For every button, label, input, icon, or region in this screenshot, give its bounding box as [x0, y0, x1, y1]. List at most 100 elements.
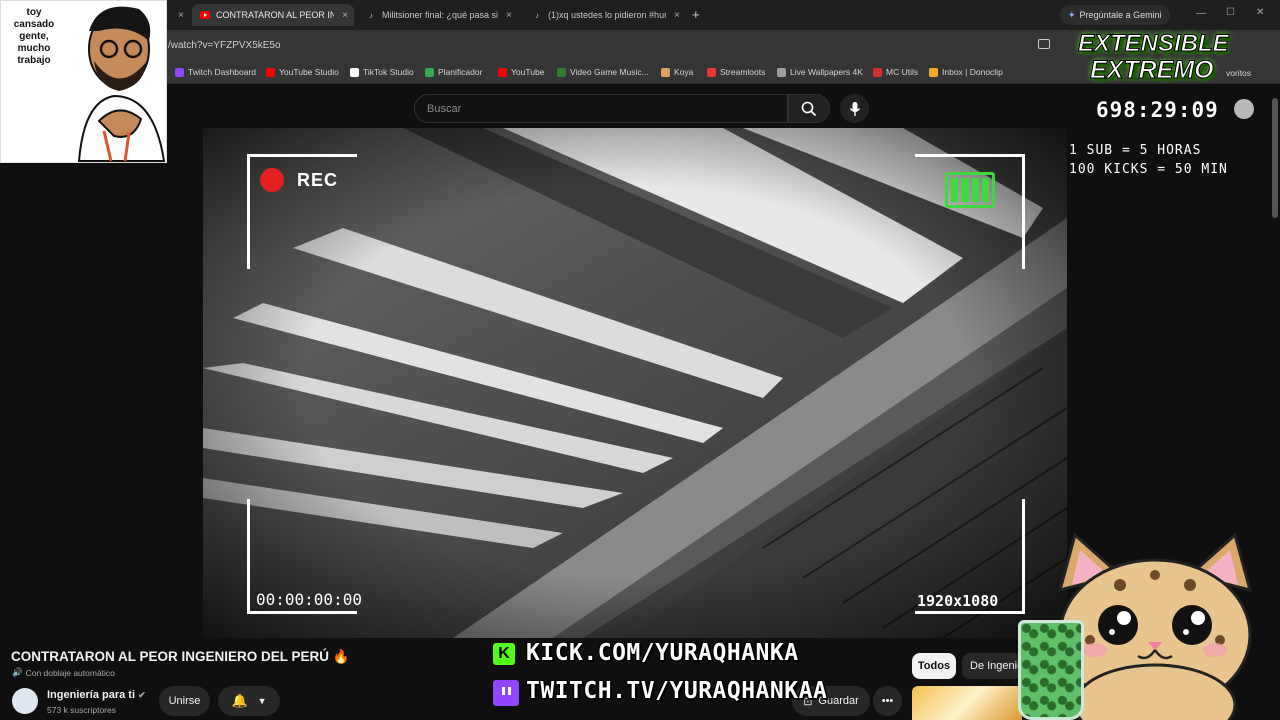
bookmark-item[interactable]: TikTok Studio [350, 67, 414, 77]
bookmark-item[interactable]: Koya [661, 67, 693, 77]
subathon-timer: 698:29:09 [1096, 98, 1219, 122]
fire-icon: 🔥 [332, 649, 350, 664]
meme-caption: toy cansado gente, mucho trabajo [13, 7, 55, 66]
tiktok-icon: ♪ [535, 10, 539, 20]
tab-label: CONTRATARON AL PEOR INGENIE [216, 10, 334, 20]
verified-icon: ✔ [138, 690, 146, 700]
bookmark-item[interactable]: MC Utils [873, 67, 918, 77]
bookmark-label: YouTube Studio [279, 67, 339, 77]
gemini-icon: ✦ [1068, 9, 1076, 20]
tab-close-icon[interactable]: × [178, 10, 184, 21]
chip-from-channel[interactable]: De Ingenier [962, 653, 1022, 679]
search-button[interactable] [788, 94, 830, 123]
video-title-text: CONTRATARON AL PEOR INGENIERO DEL PERÚ [11, 649, 330, 664]
video-resolution: 1920x1080 [917, 592, 999, 610]
dub-label: Con doblaje automático [25, 667, 115, 678]
recommended-thumbnail[interactable] [912, 686, 1022, 720]
bookmark-favicon-icon [707, 67, 716, 77]
bookmark-label: Inbox | Donoclip [942, 67, 1003, 77]
tab-tiktok-2[interactable]: ♪ (1)xq ustedes lo pidieron #hum × [524, 4, 686, 26]
cat-avatar-icon [1234, 99, 1254, 119]
bookmark-favicon-icon [266, 67, 275, 77]
page-scrollbar[interactable] [1272, 98, 1278, 218]
tab-label: Militsioner final: ¿qué pasa si u [382, 10, 500, 20]
bookmark-favicon-icon [175, 67, 184, 77]
bookmark-favicon-icon [350, 67, 359, 77]
gemini-button[interactable]: ✦ Pregúntale a Gemini [1060, 5, 1170, 25]
bookmark-label: Streamloots [720, 67, 766, 77]
bookmarks-overflow-label: voritos [1226, 68, 1252, 78]
tab-close-icon[interactable]: × [342, 10, 348, 21]
tired-man-cartoon [77, 6, 166, 162]
kick-url: KICK.COM/YURAQHANKA [526, 640, 799, 666]
bookmark-favicon-icon [873, 67, 882, 77]
kick-icon: K [493, 643, 515, 665]
bookmark-item[interactable]: Video Game Music... [557, 67, 649, 77]
tiktok-icon: ♪ [369, 10, 373, 20]
tab-label: (1)xq ustedes lo pidieron #hum [548, 10, 666, 20]
bookmark-item[interactable]: Live Wallpapers 4K [777, 67, 863, 77]
bookmark-item[interactable]: Inbox | Donoclip [929, 67, 1003, 77]
logo-line-2: EXTREMO [1090, 56, 1215, 85]
bookmark-label: YouTube [511, 67, 545, 77]
bookmark-label: Live Wallpapers 4K [790, 67, 863, 77]
more-actions-button[interactable]: ••• [873, 686, 902, 716]
youtube-icon [200, 10, 210, 20]
bookmark-favicon-icon [425, 67, 434, 77]
join-button[interactable]: Unirse [159, 686, 210, 716]
bookmark-favicon-icon [777, 67, 786, 77]
close-window-button[interactable]: ✕ [1256, 7, 1264, 18]
bookmark-label: Koya [674, 67, 694, 77]
channel-name-text[interactable]: Ingeniería para ti [47, 689, 135, 701]
video-player[interactable]: REC 00:00:00:00 1920x1080 [203, 128, 1067, 638]
subscriber-count: 573 k suscriptores [47, 705, 116, 715]
url-text[interactable]: /watch?v=YFZPVX5kE5o [168, 40, 281, 51]
tab-tiktok-1[interactable]: ♪ Militsioner final: ¿qué pasa si u × [358, 4, 518, 26]
maximize-button[interactable]: ☐ [1226, 7, 1235, 18]
drink-cup-icon [1018, 620, 1084, 720]
bookmark-item[interactable]: Twitch Dashboard [175, 67, 256, 77]
minimize-button[interactable]: — [1196, 8, 1206, 19]
tab-active-video[interactable]: CONTRATARON AL PEOR INGENIE × [192, 4, 354, 26]
bell-icon: 🔔 [231, 693, 248, 708]
channel-avatar[interactable] [12, 688, 38, 714]
bookmark-favicon-icon [929, 67, 938, 77]
cast-icon[interactable] [1038, 39, 1050, 49]
logo-line-1: EXTENSIBLE [1078, 30, 1230, 58]
new-tab-button[interactable]: + [692, 7, 700, 22]
dub-indicator: 🔊 Con doblaje automático [12, 667, 115, 678]
voice-search-button[interactable] [840, 94, 869, 123]
twitch-url: TWITCH.TV/YURAQHANKAA [526, 678, 828, 704]
bookmark-item[interactable]: Streamloots [707, 67, 765, 77]
meme-overlay: toy cansado gente, mucho trabajo [0, 0, 167, 163]
rule-kicks: 100 KICKS = 50 MIN [1069, 162, 1228, 177]
twitch-icon [493, 680, 519, 706]
bookmark-label: MC Utils [886, 67, 919, 77]
bookmark-label: TikTok Studio [363, 67, 414, 77]
video-title: CONTRATARON AL PEOR INGENIERO DEL PERÚ 🔥 [11, 649, 350, 665]
gemini-button-label: Pregúntale a Gemini [1079, 10, 1162, 20]
bookmark-label: Twitch Dashboard [188, 67, 257, 77]
video-timecode: 00:00:00:00 [256, 590, 362, 609]
bookmark-label: Planificador [438, 67, 483, 77]
extensible-extremo-logo: EXTENSIBLE EXTREMO [1060, 28, 1260, 98]
bookmark-item[interactable]: YouTube Studio [266, 67, 339, 77]
chevron-down-icon: ▼ [257, 696, 267, 706]
tab-close-icon[interactable]: × [506, 10, 512, 21]
search-icon [801, 101, 817, 116]
battery-icon [945, 172, 995, 208]
tab-close-icon[interactable]: × [674, 10, 680, 21]
bookmark-label: Video Game Music... [570, 67, 649, 77]
bookmark-favicon-icon [557, 67, 566, 77]
bookmark-favicon-icon [498, 67, 507, 77]
search-input[interactable]: Buscar [414, 94, 788, 123]
rule-subs: 1 SUB = 5 HORAS [1069, 143, 1202, 158]
bookmark-item[interactable]: YouTube [498, 67, 544, 77]
browser-tab-strip: × CONTRATARON AL PEOR INGENIE × ♪ Milits… [0, 0, 1280, 30]
subscribe-bell-button[interactable]: 🔔 ▼ [218, 686, 280, 716]
bookmark-favicon-icon [661, 67, 670, 77]
microphone-icon [849, 101, 860, 116]
channel-name[interactable]: Ingeniería para ti ✔ [47, 689, 146, 701]
bookmark-item[interactable]: Planificador [425, 67, 482, 77]
chip-all[interactable]: Todos [912, 653, 956, 679]
